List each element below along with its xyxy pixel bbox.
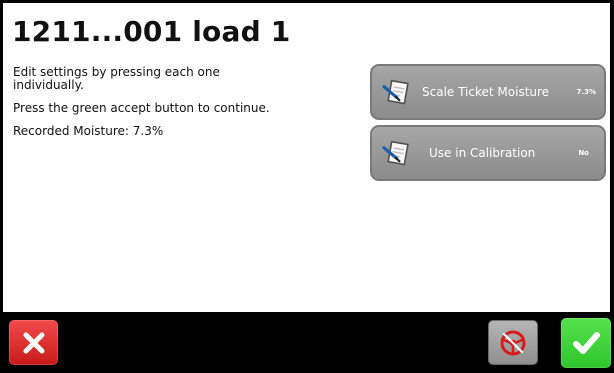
use-in-calibration-label: Use in Calibration: [429, 146, 536, 160]
accept-button[interactable]: [561, 318, 611, 368]
steering-wheel-icon: [500, 330, 526, 355]
page-title: 1211...001 load 1: [12, 15, 291, 48]
scale-ticket-moisture-label: Scale Ticket Moisture: [422, 85, 550, 99]
x-icon: [23, 332, 44, 353]
edit-note-icon: [382, 140, 409, 165]
scale-ticket-moisture-value: 7.3%: [576, 88, 596, 96]
use-in-calibration-value: No: [578, 149, 589, 157]
cancel-button[interactable]: [9, 320, 58, 365]
load-settings-screen: 1211...001 load 1 Edit settings by press…: [0, 0, 614, 373]
recorded-moisture: Recorded Moisture: 7.3%: [13, 124, 164, 138]
scale-ticket-moisture-button[interactable]: Scale Ticket Moisture 7.3%: [370, 64, 606, 120]
instructions-panel: Edit settings by pressing each one indiv…: [13, 66, 283, 148]
instruction-accept: Press the green accept button to continu…: [13, 101, 270, 115]
edit-note-icon: [382, 79, 409, 104]
steering-wheel-button[interactable]: [488, 320, 538, 365]
use-in-calibration-button[interactable]: Use in Calibration No: [370, 125, 606, 181]
checkmark-icon: [573, 332, 600, 354]
content-panel: 1211...001 load 1 Edit settings by press…: [3, 3, 610, 312]
instruction-edit-settings: Edit settings by pressing each one indiv…: [13, 65, 220, 92]
